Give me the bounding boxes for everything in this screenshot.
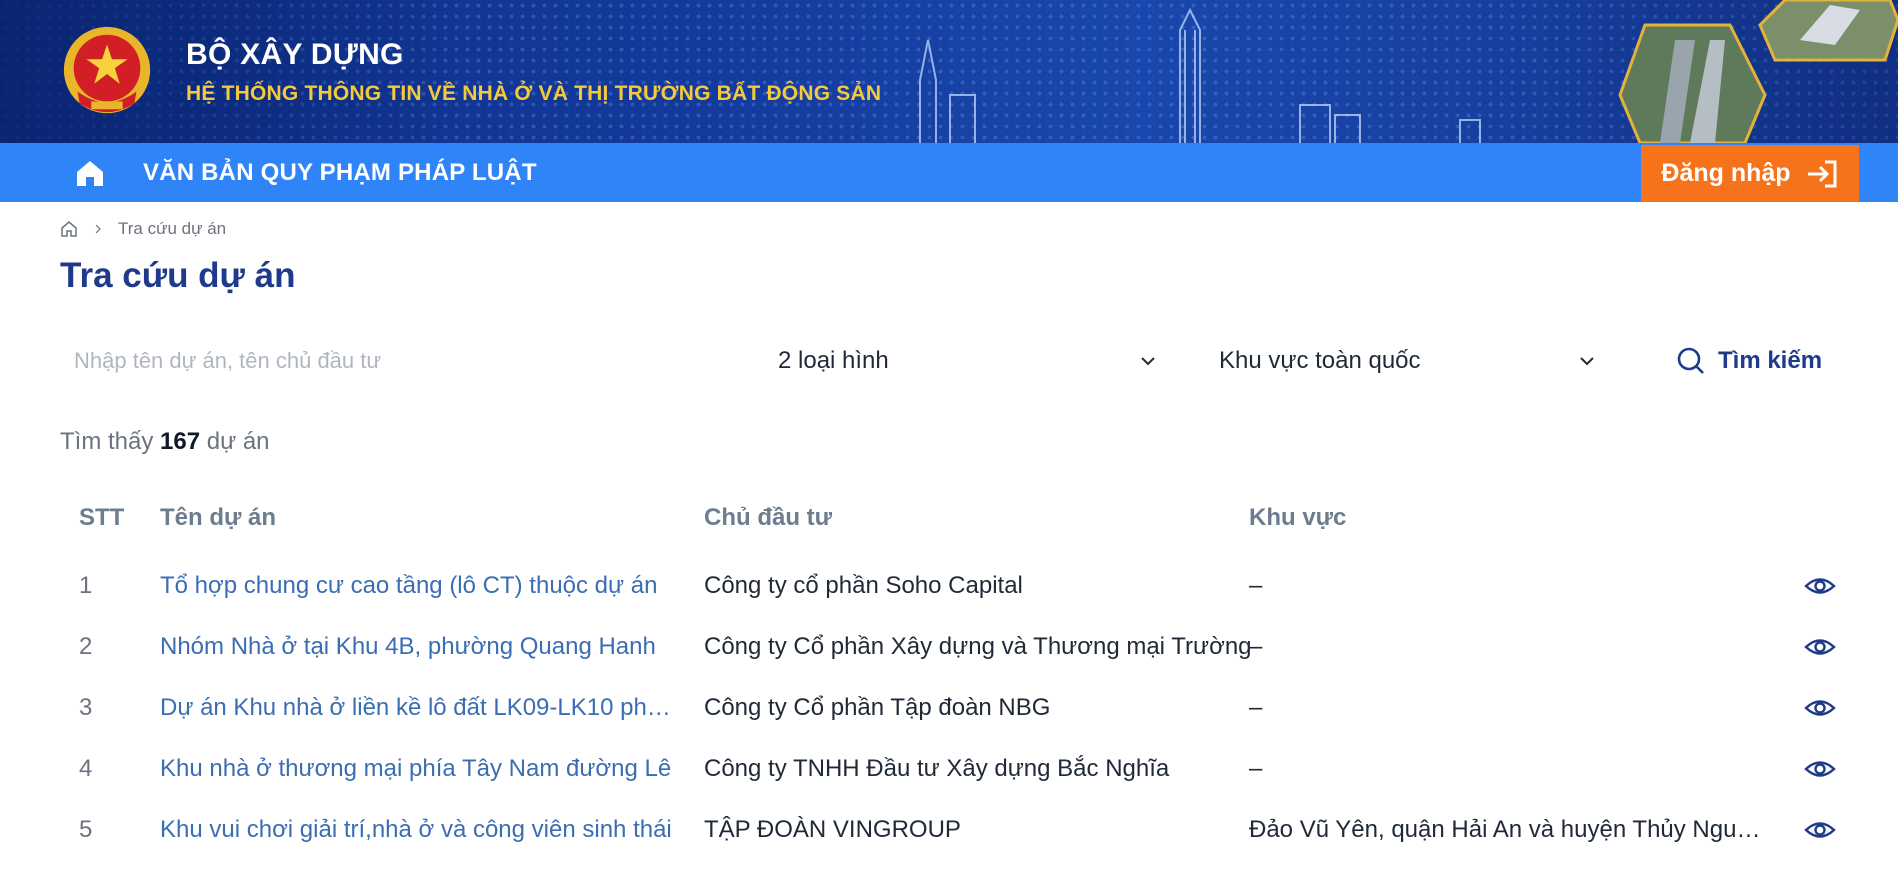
chevron-down-icon — [1580, 357, 1594, 366]
row-stt: 3 — [79, 694, 93, 721]
login-arrow-icon — [1807, 160, 1837, 187]
main-navbar: VĂN BẢN QUY PHẠM PHÁP LUẬT — [0, 143, 1898, 202]
eye-icon[interactable] — [1804, 572, 1836, 600]
login-label: Đăng nhập — [1661, 159, 1791, 187]
search-input[interactable] — [60, 340, 740, 382]
search-button-label: Tìm kiếm — [1718, 347, 1823, 374]
result-prefix: Tìm thấy — [60, 428, 154, 455]
header-banner: BỘ XÂY DỰNG HỆ THỐNG THÔNG TIN VỀ NHÀ Ở … — [0, 0, 1898, 143]
home-icon[interactable] — [74, 158, 106, 188]
breadcrumb-current: Tra cứu dự án — [118, 219, 227, 238]
region-select[interactable]: Khu vực toàn quốc — [1219, 340, 1597, 382]
row-owner: Công ty TNHH Đầu tư Xây dựng Bắc Nghĩa — [704, 755, 1170, 782]
header-owner: Chủ đầu tư — [704, 504, 833, 531]
project-name-link[interactable]: Khu vui chơi giải trí,nhà ở và công viên… — [160, 816, 678, 844]
header-region: Khu vực — [1249, 504, 1347, 531]
system-name: HỆ THỐNG THÔNG TIN VỀ NHÀ Ở VÀ THỊ TRƯỜN… — [186, 82, 882, 105]
row-region: Đảo Vũ Yên, quận Hải An và huyện Thủy Ng… — [1249, 816, 1769, 843]
project-name-link[interactable]: Dự án Khu nhà ở liền kề lô đất LK09-LK10… — [160, 694, 678, 722]
row-region: – — [1249, 633, 1263, 660]
row-owner: Công ty cổ phần Soho Capital — [704, 572, 1023, 599]
table-row: 3 Dự án Khu nhà ở liền kề lô đất LK09-LK… — [60, 678, 1860, 739]
header-name: Tên dự án — [160, 504, 277, 531]
chevron-down-icon — [1141, 357, 1155, 366]
project-name-link[interactable]: Nhóm Nhà ở tại Khu 4B, phường Quang Hanh — [160, 633, 678, 661]
project-name-link[interactable]: Tổ hợp chung cư cao tầng (lô CT) thuộc d… — [160, 572, 678, 600]
skyline-illustration — [919, 7, 1481, 143]
table-row: 2 Nhóm Nhà ở tại Khu 4B, phường Quang Ha… — [60, 617, 1860, 678]
row-region: – — [1249, 572, 1263, 599]
table-row: 5 Khu vui chơi giải trí,nhà ở và công vi… — [60, 800, 1860, 861]
region-select-value: Khu vực toàn quốc — [1219, 347, 1421, 374]
eye-icon[interactable] — [1804, 816, 1836, 844]
header-stt: STT — [79, 504, 125, 531]
state-emblem-icon — [63, 26, 151, 114]
row-owner: Công ty Cổ phần Xây dựng và Thương mại T… — [704, 633, 1252, 660]
search-icon — [1677, 347, 1704, 374]
row-stt: 2 — [79, 633, 93, 660]
chevron-right-icon — [95, 224, 101, 234]
login-button[interactable]: Đăng nhập — [1641, 145, 1859, 202]
header-photo-collage — [1618, 0, 1898, 143]
eye-icon[interactable] — [1804, 633, 1836, 661]
result-suffix: dự án — [206, 428, 270, 455]
type-select-value: 2 loại hình — [778, 347, 889, 374]
row-stt: 4 — [79, 755, 93, 782]
ministry-name: BỘ XÂY DỰNG — [186, 38, 404, 71]
eye-icon[interactable] — [1804, 755, 1836, 783]
result-count: Tìm thấy 167 dự án — [60, 428, 270, 456]
breadcrumb-home-icon[interactable] — [60, 220, 78, 238]
row-stt: 5 — [79, 816, 93, 843]
row-owner: TẬP ĐOÀN VINGROUP — [704, 816, 961, 843]
eye-icon[interactable] — [1804, 694, 1836, 722]
page-title: Tra cứu dự án — [60, 256, 296, 295]
row-region: – — [1249, 755, 1263, 782]
type-select[interactable]: 2 loại hình — [778, 340, 1158, 382]
project-name-link[interactable]: Khu nhà ở thương mại phía Tây Nam đường … — [160, 755, 678, 783]
nav-legal-documents[interactable]: VĂN BẢN QUY PHẠM PHÁP LUẬT — [143, 159, 537, 187]
row-region: – — [1249, 694, 1263, 721]
breadcrumb: Tra cứu dự án — [60, 219, 226, 239]
search-button[interactable]: Tìm kiếm — [1676, 340, 1822, 382]
table-row: 4 Khu nhà ở thương mại phía Tây Nam đườn… — [60, 739, 1860, 800]
row-owner: Công ty Cổ phần Tập đoàn NBG — [704, 694, 1051, 721]
table-row: 1 Tổ hợp chung cư cao tầng (lô CT) thuộc… — [60, 556, 1860, 617]
result-number: 167 — [160, 428, 201, 455]
row-stt: 1 — [79, 572, 93, 599]
